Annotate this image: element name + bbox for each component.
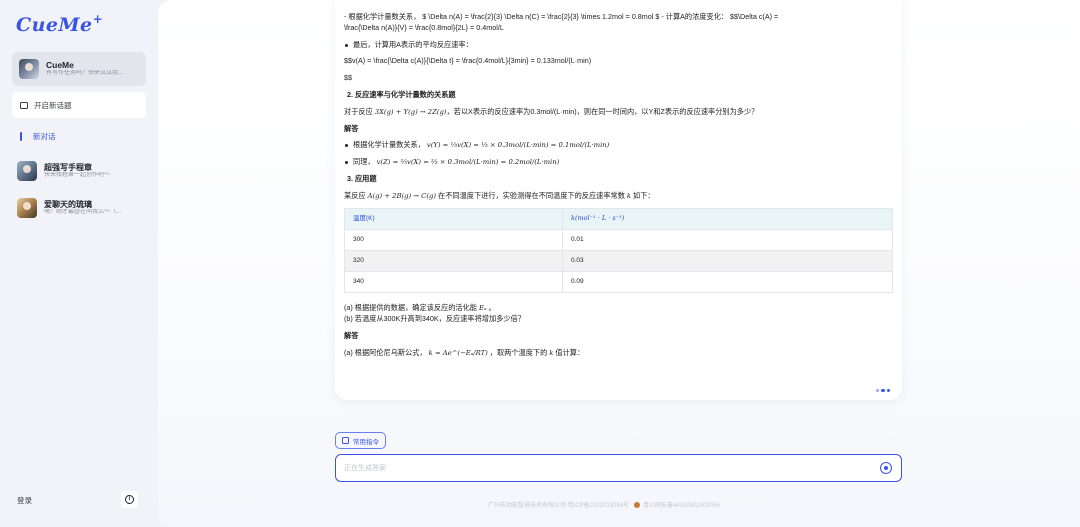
list-item: 根据化学计量数关系， v(Y) = ⅓v(X) = ⅓ × 0.3mol/(L·… (344, 140, 896, 151)
table-row: 340 0.09 (344, 270, 893, 293)
info-icon: i (125, 495, 134, 504)
command-icon (342, 437, 349, 444)
conversation-title: 超强写手程章 (44, 162, 92, 172)
formula-text: $$v(A) = \frac{\Delta c(A)}{\Delta t} = … (344, 56, 592, 66)
police-link[interactable]: 粤公网安备44010502003055 (643, 500, 720, 509)
formula-text: $$ (344, 73, 352, 83)
table-header: k(mol⁻¹ · L · s⁻¹) (562, 207, 893, 230)
login-link[interactable]: 登录 (17, 495, 32, 506)
new-topic-label: 开启新话题 (34, 100, 72, 110)
common-commands-label: 常用指令 (353, 438, 379, 446)
agent-name: CueMe (46, 60, 74, 70)
section-heading: 2. 反应速率与化学计量数的关系题 (347, 89, 456, 99)
table-row: 320 0.03 (344, 249, 893, 272)
agent-card-cueme[interactable]: CueMe 有写作任务吗？快来试试我... (12, 52, 146, 86)
app-logo[interactable]: CueMe+ (16, 12, 103, 36)
section-heading: 3. 应用题 (347, 173, 377, 183)
avatar (19, 59, 39, 79)
assistant-message-card: - 根据化学计量数关系， $ \Delta n(A) = \frac{2}{3}… (335, 0, 902, 400)
answer-label: 解答 (344, 331, 359, 341)
chat-input-box[interactable] (335, 454, 902, 482)
new-chat-label: 新对话 (33, 132, 56, 141)
common-commands-button[interactable]: 常用指令 (335, 432, 386, 449)
sidebar: CueMe+ CueMe 有写作任务吗？快来试试我... 开启新话题 新对话 超… (0, 0, 157, 527)
list-item: 同理， v(Z) = ⅔v(X) = ⅔ × 0.3mol/(L·min) = … (344, 157, 896, 168)
list-item: 最后，计算用A表示的平均反应速率： (344, 40, 896, 51)
police-badge-icon (634, 501, 641, 508)
question-text: 对于反应 3X(g) + Y(g) → 2Z(g)，若以X表示的反应速率为0.3… (344, 106, 759, 116)
typing-indicator (875, 388, 890, 392)
message-content: - 根据化学计量数关系， $ \Delta n(A) = \frac{2}{3}… (344, 12, 896, 365)
stop-generation-button[interactable] (880, 462, 892, 474)
answer-label: 解答 (344, 123, 359, 133)
avatar (17, 161, 37, 181)
conversation-item[interactable]: 超强写手程章 快来找程章一起创作吧～ (17, 159, 151, 183)
chat-input[interactable] (344, 462, 864, 474)
answer-text: (a) 根据阿伦尼乌斯公式， k = Ae^(−Eₐ/RT) ，取两个温度下的 … (344, 347, 585, 357)
icp-link[interactable]: 广州市动能智慧技术有限公司 粤ICP备2022013084号 (488, 500, 629, 509)
conversation-title: 爱聊天的琉璃 (44, 199, 92, 209)
message-text: \frac{\Delta n(A)}{V} = \frac{0.8mol}{2L… (344, 22, 504, 32)
new-topic-icon (20, 101, 28, 109)
conversation-subtitle: 快来找程章一起创作吧～ (44, 172, 111, 179)
table-row: 300 0.01 (344, 228, 893, 251)
new-topic-button[interactable]: 开启新话题 (12, 92, 146, 118)
main-panel: - 根据化学计量数关系， $ \Delta n(A) = \frac{2}{3}… (158, 0, 1080, 527)
sidebar-item-new-chat[interactable]: 新对话 (20, 131, 56, 142)
question-text: (b) 若温度从300K升高到340K，反应速率将增加多少倍？ (344, 314, 525, 324)
conversation-item[interactable]: 爱聊天的琉璃 嘿？刚才最@在叫我么～（... (17, 196, 151, 220)
table-header: 温度(K) (344, 207, 563, 230)
avatar (17, 198, 37, 218)
active-indicator (20, 132, 22, 141)
footer: 广州市动能智慧技术有限公司 粤ICP备2022013084号 粤公网安备4401… (488, 500, 720, 509)
question-text: (a) 根据提供的数据，确定该反应的活化能 Eₐ 。 (344, 302, 496, 312)
message-text: - 根据化学计量数关系， $ \Delta n(A) = \frac{2}{3}… (344, 12, 779, 21)
info-button[interactable]: i (121, 491, 138, 508)
question-text: 某反应 A(g) + 2B(g) → C(g) 在不同温度下进行，实验测得在不同… (344, 190, 655, 200)
agent-subtitle: 有写作任务吗？快来试试我... (46, 70, 124, 77)
conversation-subtitle: 嘿？刚才最@在叫我么～（... (44, 209, 122, 216)
data-table: 温度(K) k(mol⁻¹ · L · s⁻¹) 300 0.01 320 0.03… (344, 207, 893, 293)
